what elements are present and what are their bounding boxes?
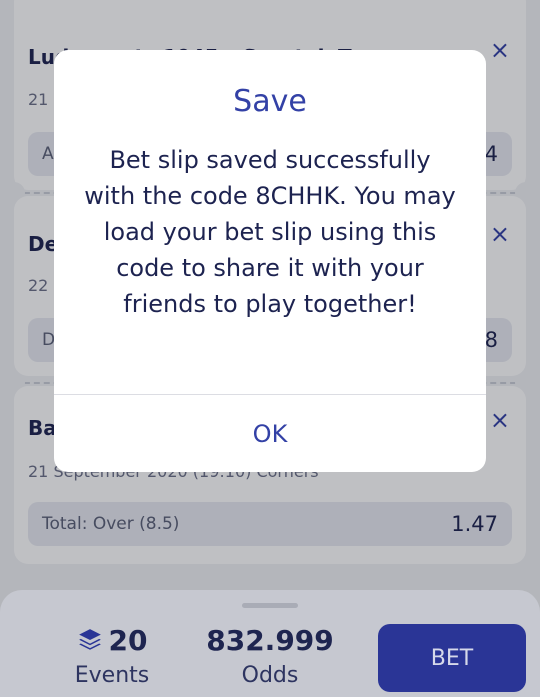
events-stat: 20 Events [62,624,162,688]
total-odds: 832.999 [206,624,334,657]
layers-icon [78,629,101,650]
bet-button[interactable]: BET [378,624,526,692]
dialog-title: Save [233,84,307,119]
bet-summary-bar: 20 Events 832.999 Odds BET [0,590,540,697]
events-count: 20 [108,624,148,657]
drag-handle[interactable] [242,603,298,608]
dialog-message: Bet slip saved successfully with the cod… [84,146,456,318]
events-count-row: 20 [62,624,162,657]
save-dialog: Save Bet slip saved successfully with th… [54,50,486,472]
events-label: Events [74,663,150,688]
odds-label: Odds [241,663,299,688]
ok-button[interactable]: OK [54,395,486,472]
odds-stat: 832.999 Odds [200,624,340,688]
